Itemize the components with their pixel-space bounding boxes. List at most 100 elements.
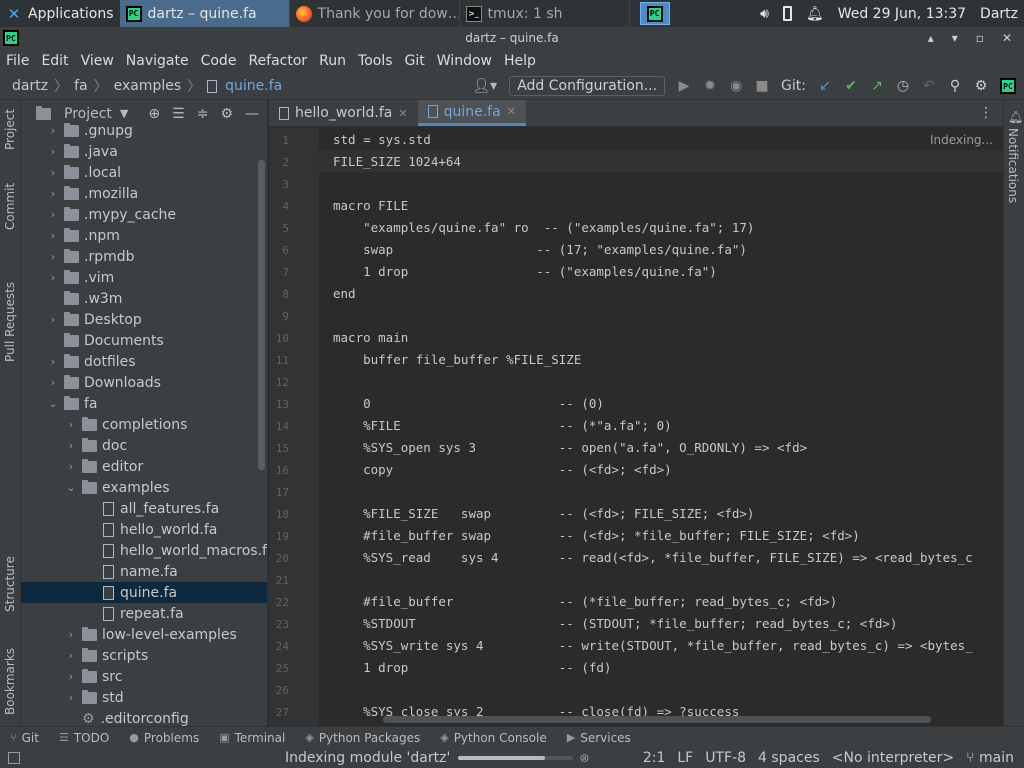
editor-horizontal-scrollbar[interactable] <box>383 716 931 723</box>
taskbar-item-pycharm[interactable]: PC dartz – quine.fa <box>119 0 290 27</box>
chevron-down-icon[interactable]: ▼ <box>120 107 128 120</box>
tool-services[interactable]: ▶ Services <box>567 731 631 745</box>
chevron-right-icon[interactable]: › <box>47 376 59 389</box>
indent-setting[interactable]: 4 spaces <box>758 750 820 766</box>
menu-navigate[interactable]: Navigate <box>120 53 195 69</box>
notification-bell-icon[interactable]: 🔔︎ <box>806 6 824 22</box>
toggle-tool-windows-icon[interactable] <box>8 752 20 764</box>
taskbar-item-firefox[interactable]: Thank you for dow… <box>290 0 460 27</box>
menu-tools[interactable]: Tools <box>352 53 399 69</box>
breadcrumb-item[interactable]: dartz <box>8 78 52 94</box>
tool-window-commit[interactable]: Commit <box>3 183 17 230</box>
breadcrumb-item[interactable]: examples <box>110 78 186 94</box>
tab-hello-world[interactable]: hello_world.fa ✕ <box>269 100 418 126</box>
run-icon[interactable]: ▶ <box>677 78 691 94</box>
line-separator[interactable]: LF <box>677 750 693 766</box>
chevron-right-icon[interactable]: › <box>65 460 77 473</box>
menu-file[interactable]: File <box>0 53 35 69</box>
breadcrumb-item[interactable]: quine.fa <box>221 78 286 94</box>
stop-icon[interactable]: ■ <box>755 78 769 94</box>
tree-folder-item[interactable]: › std <box>21 687 267 708</box>
close-tab-icon[interactable]: ✕ <box>507 105 516 118</box>
chevron-right-icon[interactable]: › <box>47 355 59 368</box>
chevron-down-icon[interactable]: ⌄ <box>47 397 59 410</box>
add-user-icon[interactable]: 👤︎▾ <box>472 78 497 94</box>
menu-view[interactable]: View <box>75 53 120 69</box>
tree-file-item[interactable]: hello_world_macros.f <box>21 540 267 561</box>
project-scrollbar[interactable] <box>258 160 265 470</box>
user-menu[interactable]: Dartz <box>980 6 1018 22</box>
notifications-bell-icon[interactable]: 🔔︎ <box>1008 110 1023 124</box>
caret-position[interactable]: 2:1 <box>643 750 666 766</box>
tree-folder-item[interactable]: Documents <box>21 330 267 351</box>
history-icon[interactable]: ◷ <box>896 78 910 94</box>
more-options-icon[interactable]: ⋮ <box>969 100 1003 126</box>
close-icon[interactable]: ✕ <box>1002 31 1012 45</box>
chevron-right-icon[interactable]: › <box>65 439 77 452</box>
search-icon[interactable]: ⚲ <box>948 78 962 94</box>
tool-window-bookmarks[interactable]: Bookmarks <box>3 648 17 715</box>
tool-window-project[interactable]: Project <box>3 109 17 150</box>
tree-folder-item[interactable]: › completions <box>21 414 267 435</box>
menu-window[interactable]: Window <box>431 53 498 69</box>
menu-refactor[interactable]: Refactor <box>242 53 313 69</box>
tree-folder-item[interactable]: › src <box>21 666 267 687</box>
tree-folder-item[interactable]: ⌄ fa <box>21 393 267 414</box>
pycharm-logo-icon[interactable]: PC <box>1000 78 1016 94</box>
tool-git[interactable]: ⑂ Git <box>10 731 39 745</box>
git-update-icon[interactable]: ↙ <box>818 78 832 94</box>
chevron-right-icon[interactable]: › <box>65 418 77 431</box>
volume-icon[interactable]: 🔊︎ <box>760 6 769 22</box>
tool-todo[interactable]: ☰ TODO <box>59 731 109 745</box>
tree-folder-item[interactable]: ⌄ examples <box>21 477 267 498</box>
chevron-right-icon[interactable]: › <box>65 670 77 683</box>
code-editor[interactable]: Indexing... std = sys.std FILE_SIZE 1024+… <box>319 128 1003 726</box>
tree-folder-item[interactable]: › .rpmdb <box>21 246 267 267</box>
chevron-right-icon[interactable]: › <box>47 145 59 158</box>
launcher-pycharm-button[interactable]: PC <box>639 2 670 25</box>
tree-folder-item[interactable]: › Downloads <box>21 372 267 393</box>
breadcrumb-item[interactable]: fa <box>70 78 92 94</box>
taskbar-item-terminal[interactable]: >_ tmux: 1 sh <box>460 0 630 27</box>
chevron-right-icon[interactable]: › <box>47 313 59 326</box>
chevron-right-icon[interactable]: › <box>65 649 77 662</box>
tree-folder-item[interactable]: › editor <box>21 456 267 477</box>
tree-folder-item[interactable]: › dotfiles <box>21 351 267 372</box>
coverage-icon[interactable]: ◉ <box>729 78 743 94</box>
tree-file-item[interactable]: name.fa <box>21 561 267 582</box>
tab-quine[interactable]: quine.fa ✕ <box>417 100 526 126</box>
maximize-icon[interactable]: ▫ <box>976 31 984 45</box>
git-branch[interactable]: ⑂ main <box>966 750 1014 766</box>
tree-file-item[interactable]: repeat.fa <box>21 603 267 624</box>
chevron-right-icon[interactable]: › <box>47 271 59 284</box>
tree-folder-item[interactable]: › .npm <box>21 225 267 246</box>
chevron-down-icon[interactable]: ⌄ <box>65 481 77 494</box>
chevron-right-icon[interactable]: › <box>65 628 77 641</box>
git-commit-icon[interactable]: ✔ <box>844 78 858 94</box>
file-encoding[interactable]: UTF-8 <box>705 750 746 766</box>
close-tab-icon[interactable]: ✕ <box>398 107 407 120</box>
clock[interactable]: Wed 29 Jun, 13:37 <box>838 6 966 22</box>
tree-folder-item[interactable]: › doc <box>21 435 267 456</box>
tool-problems[interactable]: ● Problems <box>129 731 199 745</box>
tool-python-packages[interactable]: ◈ Python Packages <box>305 731 420 745</box>
minimize-icon[interactable]: ▴ <box>928 31 934 45</box>
rollback-icon[interactable]: ↶ <box>922 78 936 94</box>
tree-folder-item[interactable]: › .gnupg <box>21 120 267 141</box>
chevron-right-icon[interactable]: › <box>47 208 59 221</box>
tool-window-structure[interactable]: Structure <box>3 556 17 612</box>
tree-folder-item[interactable]: › .local <box>21 162 267 183</box>
tree-file-item[interactable]: all_features.fa <box>21 498 267 519</box>
git-push-icon[interactable]: ↗ <box>870 78 884 94</box>
battery-icon[interactable] <box>782 6 792 21</box>
settings-gear-icon[interactable]: ⚙ <box>974 78 988 94</box>
tool-terminal[interactable]: ▣ Terminal <box>219 731 285 745</box>
tree-folder-item[interactable]: › .mypy_cache <box>21 204 267 225</box>
chevron-right-icon[interactable]: › <box>47 229 59 242</box>
restore-icon[interactable]: ▾ <box>952 31 958 45</box>
tree-folder-item[interactable]: › .mozilla <box>21 183 267 204</box>
chevron-right-icon[interactable]: › <box>47 250 59 263</box>
tool-window-notifications[interactable]: Notifications <box>1006 128 1020 203</box>
debug-icon[interactable]: ✹ <box>703 78 717 94</box>
tree-file-item[interactable]: ⚙ .editorconfig <box>21 708 267 727</box>
